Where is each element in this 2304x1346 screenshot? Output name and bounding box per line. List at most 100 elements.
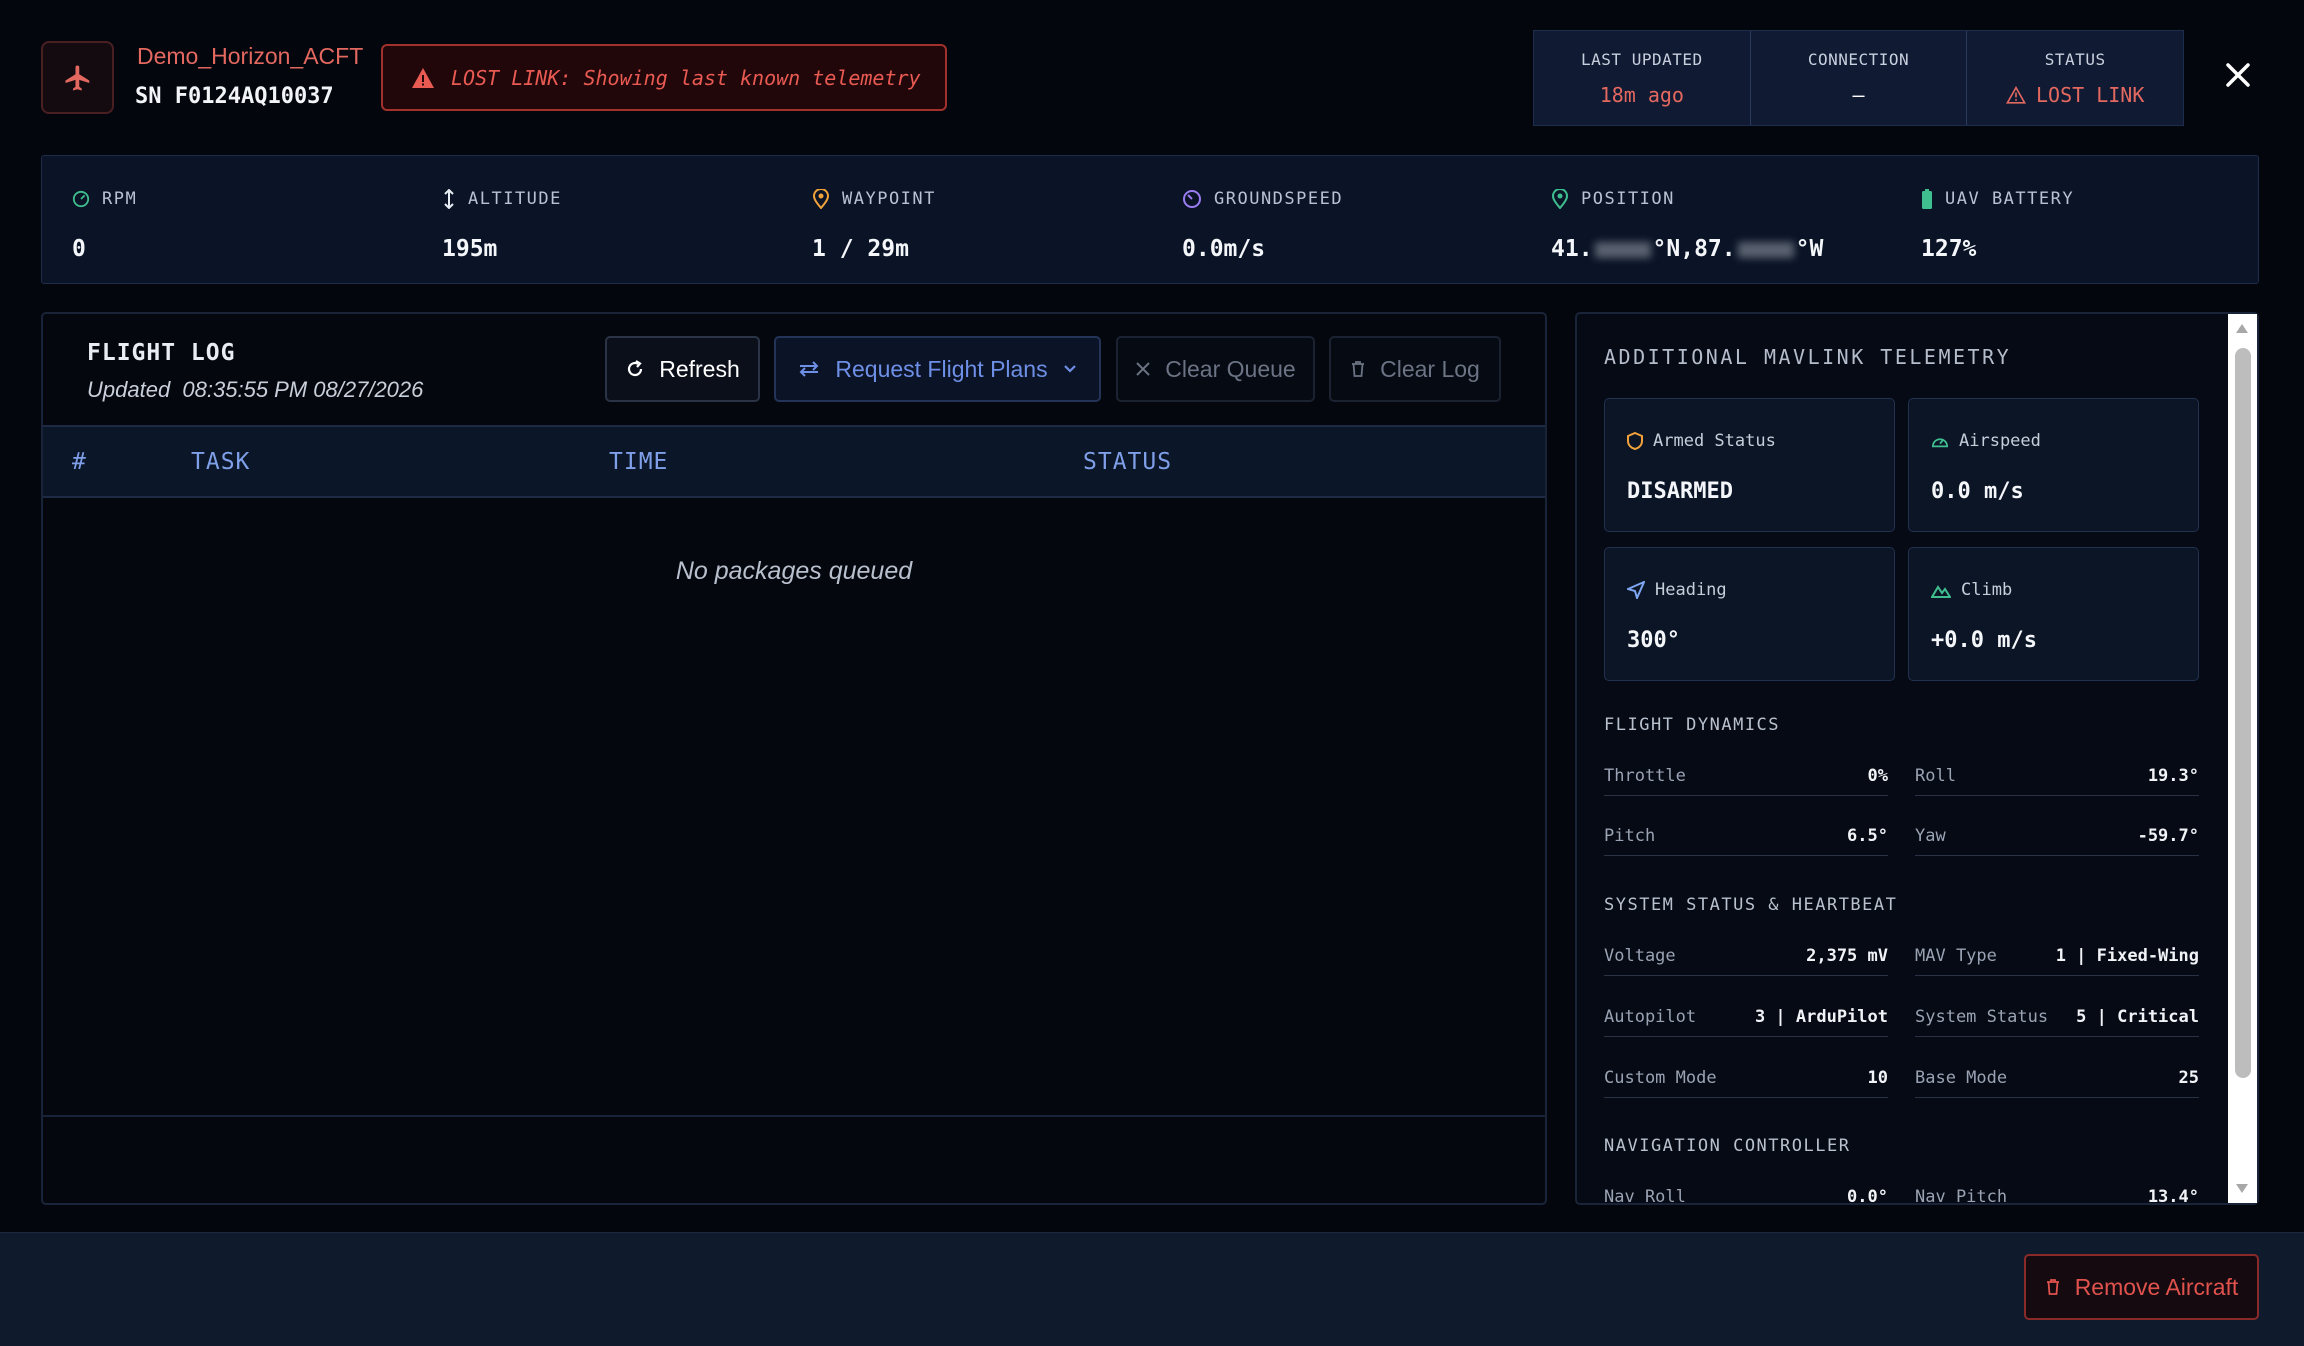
groundspeed-value: 0.0m/s: [1182, 236, 1266, 262]
rpm-label: RPM: [102, 189, 138, 209]
column-status[interactable]: STATUS: [1083, 449, 1172, 475]
speedometer-icon: [1183, 190, 1201, 208]
system-status-row: System Status 5 | Critical: [1915, 997, 2199, 1037]
redacted-longitude: [1737, 241, 1794, 258]
vertical-arrows-icon: [444, 189, 454, 209]
aircraft-name: Demo_Horizon_ACFT: [137, 43, 364, 69]
groundspeed-label: GROUNDSPEED: [1214, 189, 1344, 209]
battery-label: UAV BATTERY: [1945, 189, 2075, 209]
close-icon[interactable]: [2218, 55, 2258, 95]
lost-link-text: LOST LINK: Showing last known telemetry: [451, 65, 921, 90]
location-pin-icon: [1551, 189, 1569, 209]
aircraft-serial: SN F0124AQ10037: [135, 84, 334, 109]
base-mode-row: Base Mode 25: [1915, 1058, 2199, 1098]
flight-dynamics-heading: FLIGHT DYNAMICS: [1604, 715, 1781, 735]
redacted-latitude: [1594, 241, 1651, 258]
roll-row: Roll 19.3°: [1915, 756, 2199, 796]
climb-label: Climb: [1961, 580, 2013, 600]
shield-icon: [1627, 432, 1643, 450]
airspeed-label: Airspeed: [1959, 431, 2041, 451]
airplane-icon: [65, 65, 89, 90]
x-icon: [1136, 362, 1150, 376]
column-number[interactable]: #: [72, 449, 87, 475]
empty-queue-message: No packages queued: [675, 557, 913, 585]
mavlink-panel-title: ADDITIONAL MAVLINK TELEMETRY: [1604, 345, 2012, 369]
mav-type-row: MAV Type 1 | Fixed-Wing: [1915, 936, 2199, 976]
waypoint-value: 1 / 29m: [812, 236, 909, 262]
airspeed-value: 0.0 m/s: [1931, 479, 2024, 504]
scrollbar-thumb[interactable]: [2235, 348, 2251, 1078]
autopilot-row: Autopilot 3 | ArduPilot: [1604, 997, 1888, 1037]
connection-cell: CONNECTION –: [1751, 31, 1968, 125]
scroll-up-arrow-icon[interactable]: [2234, 322, 2250, 334]
lost-link-banner: LOST LINK: Showing last known telemetry: [381, 44, 947, 111]
column-time[interactable]: TIME: [609, 449, 668, 475]
remove-aircraft-label: Remove Aircraft: [2074, 1273, 2239, 1300]
altitude-label: ALTITUDE: [468, 189, 562, 209]
waypoint-label: WAYPOINT: [842, 189, 936, 209]
status-value-text: LOST LINK: [2035, 82, 2145, 107]
position-value: 41. °N,87. °W: [1551, 236, 1824, 262]
altitude-value: 195m: [442, 236, 498, 262]
airspeed-card: Airspeed 0.0 m/s: [1908, 398, 2199, 532]
clear-queue-label: Clear Queue: [1165, 355, 1296, 382]
heading-value: 300°: [1627, 628, 1680, 653]
position-label: POSITION: [1581, 189, 1675, 209]
flight-log-updated: Updated 08:35:55 PM 08/27/2026: [87, 377, 424, 402]
armed-status-label: Armed Status: [1653, 431, 1776, 451]
status-cell: STATUS LOST LINK: [1967, 31, 2183, 125]
climb-card: Climb +0.0 m/s: [1908, 547, 2199, 681]
connection-status-box: LAST UPDATED 18m ago CONNECTION – STATUS…: [1533, 30, 2184, 126]
heading-card: Heading 300°: [1604, 547, 1895, 681]
clear-queue-button[interactable]: Clear Queue: [1116, 336, 1315, 402]
gauge-icon: [1931, 438, 1949, 448]
remove-aircraft-button[interactable]: Remove Aircraft: [2024, 1254, 2259, 1320]
navigation-arrow-icon: [1627, 581, 1645, 599]
custom-mode-row: Custom Mode 10: [1604, 1058, 1888, 1098]
chevron-down-icon: [1063, 365, 1076, 373]
nav-roll-row: Nav Roll 0.0°: [1604, 1177, 1888, 1204]
column-task[interactable]: TASK: [191, 449, 250, 475]
aircraft-avatar: [41, 41, 114, 114]
nav-pitch-row: Nav Pitch 13.4°: [1915, 1177, 2199, 1204]
last-updated-value: 18m ago: [1599, 82, 1684, 107]
mountain-icon: [1931, 585, 1951, 598]
modal-footer: [0, 1232, 2304, 1346]
connection-label: CONNECTION: [1807, 49, 1910, 69]
navigation-controller-heading: NAVIGATION CONTROLLER: [1604, 1136, 1851, 1156]
heading-label: Heading: [1655, 580, 1727, 600]
swap-arrows-icon: [799, 361, 819, 377]
gauge-icon: [72, 190, 90, 208]
warning-outline-icon: [2005, 85, 2026, 104]
clear-log-button[interactable]: Clear Log: [1329, 336, 1501, 402]
scroll-down-arrow-icon[interactable]: [2234, 1183, 2250, 1195]
telemetry-strip: RPM 0 ALTITUDE 195m WAYPOINT 1 / 29m GRO…: [41, 155, 2259, 284]
map-pin-icon: [812, 189, 830, 209]
clear-log-label: Clear Log: [1380, 355, 1480, 382]
pitch-row: Pitch 6.5°: [1604, 816, 1888, 856]
status-value: LOST LINK: [2005, 82, 2145, 107]
trash-icon: [1352, 361, 1365, 377]
armed-status-value: DISARMED: [1627, 479, 1733, 504]
nav-row-clip: Nav Roll 0.0° Nav Pitch 13.4°: [1577, 1177, 2227, 1204]
refresh-button[interactable]: Refresh: [605, 336, 760, 402]
rpm-value: 0: [72, 236, 86, 262]
trash-icon: [2046, 1279, 2059, 1295]
throttle-row: Throttle 0%: [1604, 756, 1888, 796]
warning-icon: [412, 67, 434, 88]
voltage-row: Voltage 2,375 mV: [1604, 936, 1888, 976]
connection-value: –: [1852, 82, 1865, 107]
climb-value: +0.0 m/s: [1931, 628, 2037, 653]
request-flight-plans-button[interactable]: Request Flight Plans: [774, 336, 1101, 402]
table-footer-divider: [43, 1115, 1545, 1117]
flight-log-table-header: # TASK TIME STATUS: [43, 425, 1545, 498]
last-updated-label: LAST UPDATED: [1581, 49, 1703, 69]
armed-status-card: Armed Status DISARMED: [1604, 398, 1895, 532]
request-flight-plans-label: Request Flight Plans: [835, 355, 1048, 382]
refresh-label: Refresh: [659, 355, 740, 382]
battery-value: 127%: [1921, 236, 1977, 262]
refresh-icon: [628, 360, 643, 377]
yaw-row: Yaw -59.7°: [1915, 816, 2199, 856]
system-status-heading: SYSTEM STATUS & HEARTBEAT: [1604, 895, 1898, 915]
flight-log-title: FLIGHT LOG: [87, 340, 236, 366]
